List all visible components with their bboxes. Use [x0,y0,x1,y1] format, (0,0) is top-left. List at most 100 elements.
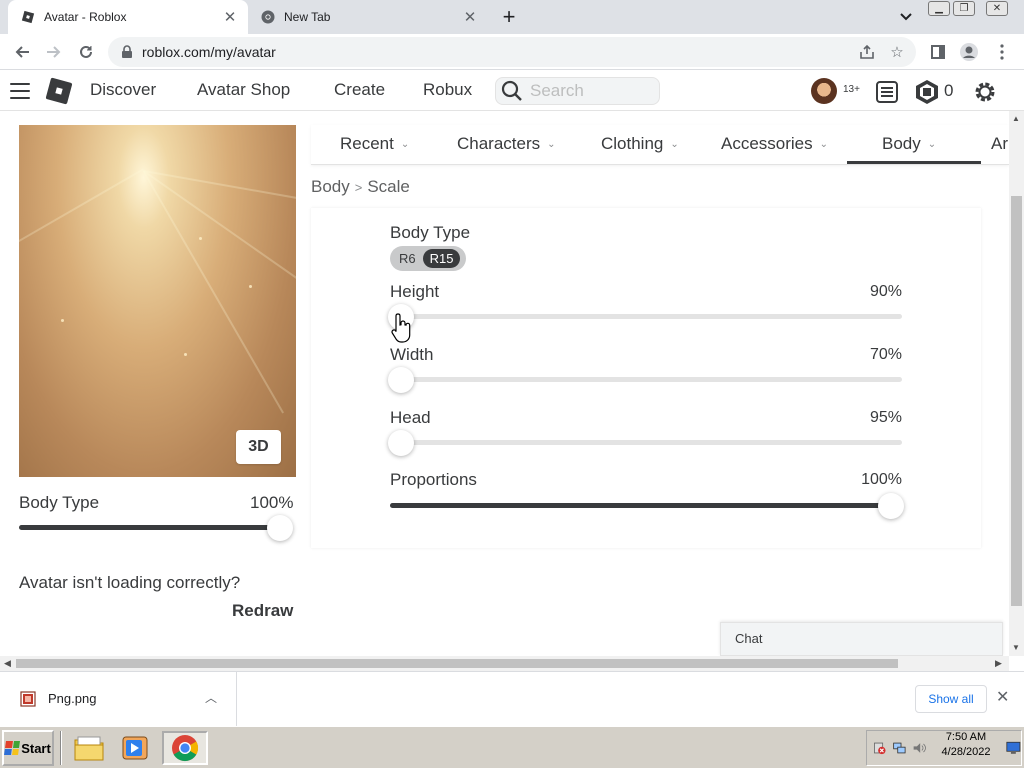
horizontal-scroll-thumb[interactable] [16,659,898,668]
height-slider-track[interactable] [390,314,902,319]
bookmark-star-icon[interactable]: ☆ [886,41,908,63]
proportions-slider-fill [390,503,902,508]
robux-icon[interactable] [914,79,940,105]
body-type-toggle[interactable]: R6 R15 [390,246,466,271]
left-body-type-label: Body Type [19,493,100,512]
download-file-name: Png.png [48,691,97,706]
vertical-scroll-thumb[interactable] [1011,196,1022,606]
nav-avatar-shop[interactable]: Avatar Shop [197,80,290,100]
settings-gear-icon[interactable] [972,79,998,105]
left-body-type-value: 100% [250,493,294,512]
tab-label: Ar [991,134,1008,153]
tab-search-chevron-icon[interactable] [896,7,916,27]
windows-taskbar: Start 7:50 AM 4/28/2022 [0,726,1024,768]
proportions-slider-track[interactable] [390,503,902,508]
height-value: 90% [869,283,902,300]
tab-clothing[interactable]: Clothing ⌄ [601,134,679,154]
body-type-slider-thumb[interactable] [267,515,293,541]
nav-robux[interactable]: Robux [423,80,472,100]
tab-animations[interactable]: Ar [991,134,1008,154]
profile-icon[interactable] [957,40,981,64]
window-close-icon[interactable]: ✕ [986,1,1008,16]
roblox-header: Discover Avatar Shop Create Robux 13+ 0 [0,71,1024,111]
show-all-downloads-button[interactable]: Show all [915,685,987,713]
tab-accessories[interactable]: Accessories ⌄ [721,134,828,154]
image-file-icon [20,691,36,707]
new-tab-plus-icon[interactable]: + [498,4,520,29]
proportions-slider-thumb[interactable] [878,493,904,519]
width-slider-track[interactable] [390,377,902,382]
hamburger-menu-icon[interactable] [10,83,30,99]
breadcrumb-parent[interactable]: Body [311,177,350,197]
address-bar[interactable]: roblox.com/my/avatar ☆ [108,37,916,67]
tab-title: Avatar - Roblox [44,10,127,24]
kebab-menu-icon[interactable] [990,40,1014,64]
forward-arrow-icon[interactable] [42,40,66,64]
scroll-down-arrow-icon[interactable]: ▼ [1012,643,1020,652]
notifications-list-icon[interactable] [874,79,900,105]
share-icon[interactable] [856,41,878,63]
user-avatar[interactable] [811,78,837,104]
redraw-button[interactable]: Redraw [232,601,293,621]
body-type-option-r15[interactable]: R15 [422,249,461,268]
reload-icon[interactable] [74,40,98,64]
start-label: Start [21,740,51,756]
horizontal-scrollbar[interactable]: ◀ ▶ [0,656,1009,671]
chevron-down-icon: ⌄ [400,138,410,150]
body-type-option-r6[interactable]: R6 [392,249,423,268]
toggle-3d-button[interactable]: 3D [236,430,281,464]
security-alert-icon[interactable] [872,739,887,757]
media-player-icon[interactable] [112,731,158,765]
chrome-taskbar-icon[interactable] [162,731,208,765]
taskbar-separator [60,731,62,765]
window-restore-icon[interactable]: ❐ [953,1,975,16]
scroll-right-arrow-icon[interactable]: ▶ [995,658,1002,669]
side-panel-icon[interactable] [926,40,950,64]
scroll-up-arrow-icon[interactable]: ▲ [1012,114,1020,123]
tab-label: Recent [340,134,394,153]
file-explorer-icon[interactable] [66,731,112,765]
head-slider-track[interactable] [390,440,902,445]
breadcrumb: Body > Scale [311,177,410,197]
close-tab-icon[interactable]: ✕ [460,7,480,27]
head-label: Head [390,408,431,427]
chevron-up-icon[interactable]: ︿ [205,689,217,706]
window-minimize-icon[interactable]: ▁ [928,1,950,16]
chat-bar[interactable]: Chat [720,622,1003,656]
tab-label: Characters [457,134,541,153]
height-slider-thumb[interactable] [388,304,414,330]
browser-tab-strip: Avatar - Roblox ✕ New Tab ✕ + ▁ ❐ ✕ [0,0,1024,34]
close-download-shelf-icon[interactable]: ✕ [996,687,1009,707]
search-input[interactable] [530,81,650,101]
tab-body[interactable]: Body ⌄ [882,134,936,154]
volume-icon[interactable] [912,739,927,757]
download-item[interactable]: Png.png ︿ [0,672,237,726]
tab-characters[interactable]: Characters ⌄ [457,134,556,154]
desktop-monitor-icon[interactable] [1006,739,1021,757]
nav-discover[interactable]: Discover [90,80,156,100]
nav-create[interactable]: Create [334,80,385,100]
browser-tab-new-tab[interactable]: New Tab ✕ [248,0,488,34]
width-value: 70% [869,346,902,363]
roblox-favicon-icon [20,9,36,25]
search-box[interactable] [495,77,660,105]
start-button[interactable]: Start [2,730,54,766]
body-type-label: Body Type [390,223,471,242]
head-slider-thumb[interactable] [388,430,414,456]
chevron-down-icon: ⌄ [547,138,556,150]
browser-tab-avatar[interactable]: Avatar - Roblox ✕ [8,0,248,34]
network-icon[interactable] [892,739,907,757]
tab-recent[interactable]: Recent ⌄ [340,134,409,154]
body-type-slider-track[interactable] [19,525,291,530]
vertical-scrollbar[interactable]: ▲ ▼ [1009,111,1024,656]
back-arrow-icon[interactable] [10,40,34,64]
width-slider-thumb[interactable] [388,367,414,393]
avatar-preview[interactable] [19,125,296,477]
chevron-down-icon: ⌄ [927,138,937,150]
close-tab-icon[interactable]: ✕ [220,7,240,27]
width-label: Width [390,345,434,364]
download-shelf: Png.png ︿ Show all ✕ [0,671,1024,726]
system-clock[interactable]: 7:50 AM 4/28/2022 [937,730,995,760]
roblox-logo-icon[interactable] [45,77,73,105]
scroll-left-arrow-icon[interactable]: ◀ [4,658,11,669]
